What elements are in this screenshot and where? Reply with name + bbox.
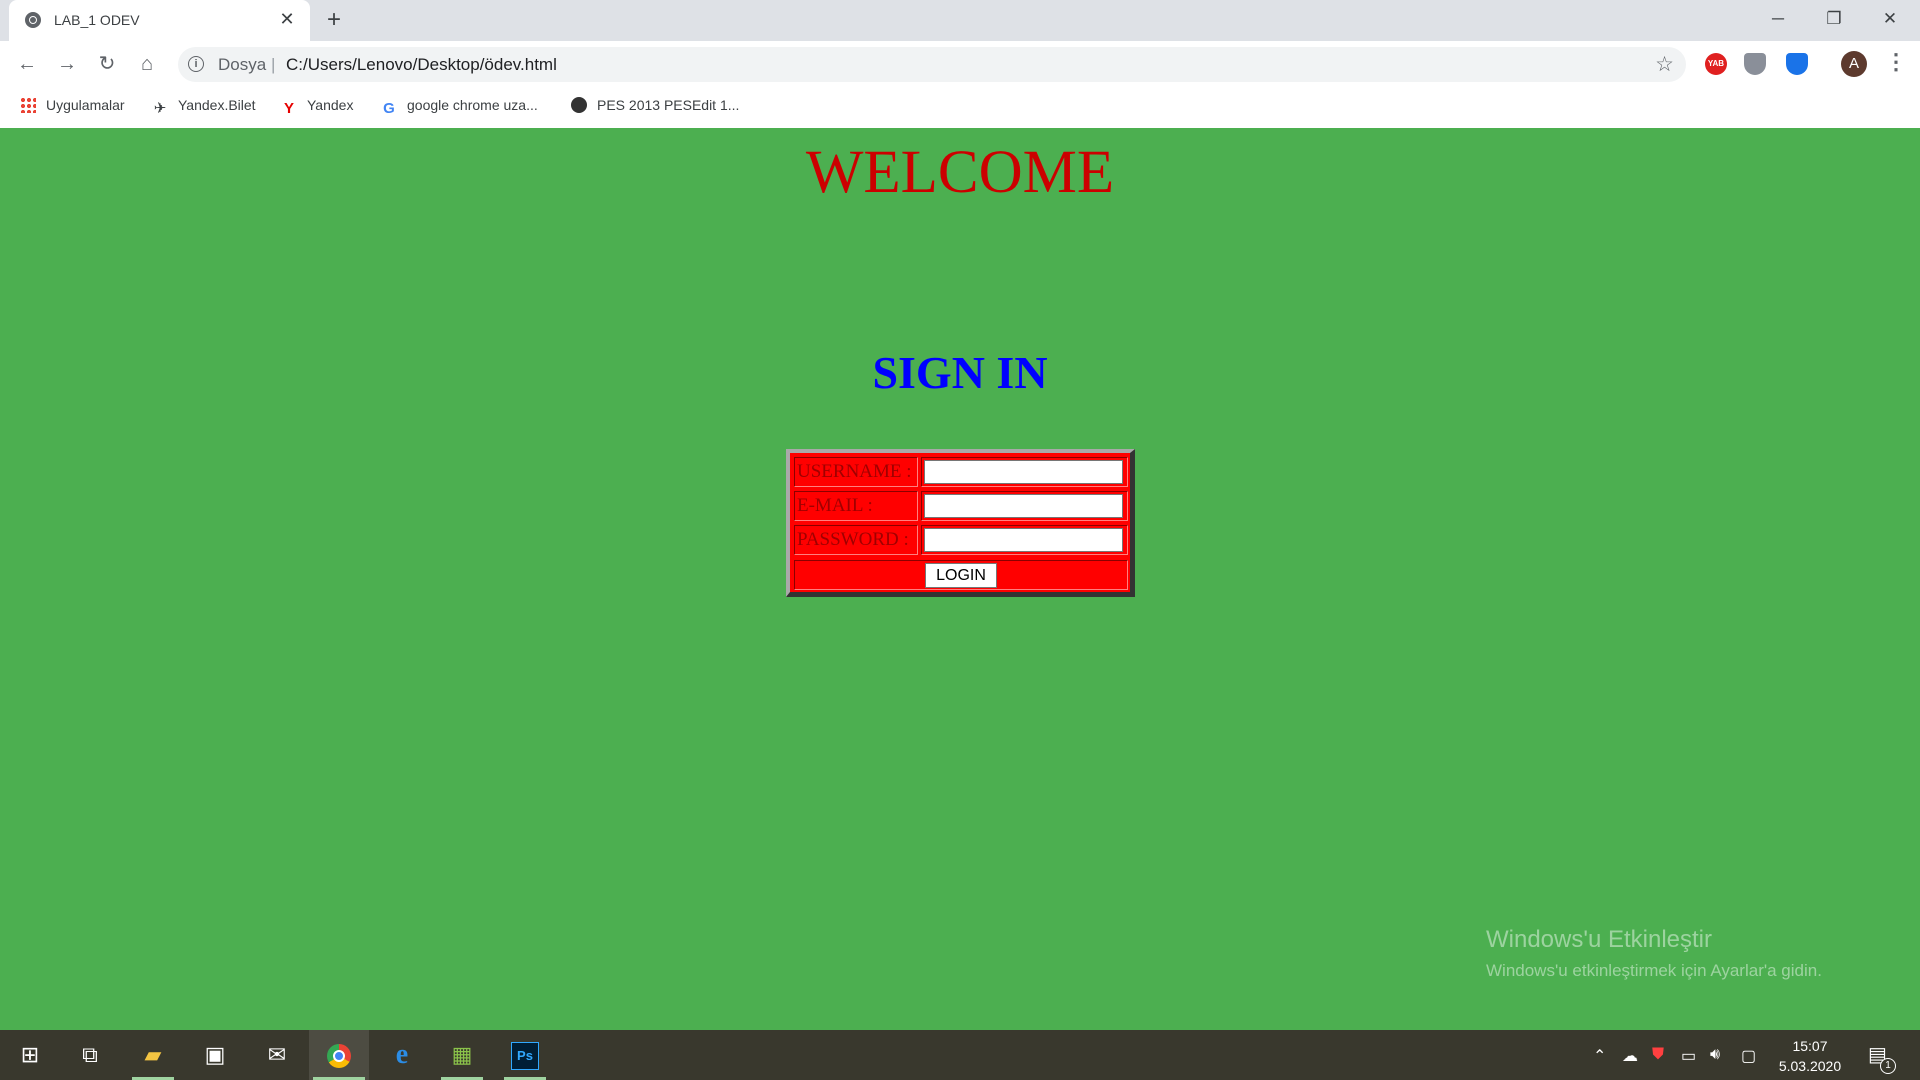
bookmark-label: Yandex.Bilet bbox=[178, 97, 256, 113]
apps-grid-icon bbox=[20, 97, 36, 113]
home-button[interactable]: ⌂ bbox=[131, 48, 163, 80]
email-cell bbox=[921, 491, 1128, 521]
pes-icon bbox=[571, 97, 587, 113]
tab-close-button[interactable]: ✕ bbox=[276, 8, 298, 30]
bookmark-yandex-bilet[interactable]: ✈ Yandex.Bilet bbox=[152, 97, 256, 117]
address-scheme: Dosya bbox=[218, 55, 267, 74]
window-close-button[interactable]: ✕ bbox=[1862, 0, 1918, 41]
chevron-up-icon[interactable]: ⌃ bbox=[1593, 1046, 1606, 1066]
browser-tab[interactable]: LAB_1 ODEV ✕ bbox=[9, 0, 310, 41]
maximize-button[interactable]: ❐ bbox=[1806, 0, 1862, 41]
google-icon: G bbox=[383, 100, 395, 117]
bookmark-yandex[interactable]: Y Yandex bbox=[281, 97, 353, 117]
task-view-icon[interactable]: ⧉ bbox=[65, 1030, 115, 1080]
start-icon[interactable]: ⊞ bbox=[5, 1030, 55, 1080]
profile-avatar[interactable]: A bbox=[1841, 51, 1867, 77]
bookmark-label: Uygulamalar bbox=[46, 97, 125, 113]
bookmark-pes[interactable]: PES 2013 PESEdit 1... bbox=[571, 97, 739, 117]
bookmark-label: Yandex bbox=[307, 97, 354, 113]
windows-taskbar: ⊞ ⧉ ▰ ▣ ✉ e ▦ Ps ⌃ ☁ ⛊ ▭ 🔊︎ ▢ 15:07 5.03… bbox=[0, 1030, 1920, 1080]
clock-date: 5.03.2020 bbox=[1778, 1058, 1842, 1074]
menu-kebab-icon[interactable]: ⋮ bbox=[1885, 49, 1907, 75]
shield-extension-icon[interactable] bbox=[1744, 53, 1766, 75]
email-label: E-MAIL : bbox=[794, 491, 918, 521]
activation-watermark-subtitle: Windows'u etkinleştirmek için Ayarlar'a … bbox=[1486, 961, 1822, 980]
tab-strip: LAB_1 ODEV ✕ + ─ ❐ ✕ bbox=[0, 0, 1920, 41]
photoshop-icon[interactable]: Ps bbox=[500, 1030, 550, 1080]
page-viewport: WELCOME SIGN IN USERNAME : E-MAIL : PASS… bbox=[0, 128, 1920, 1030]
store-icon[interactable]: ▣ bbox=[190, 1030, 240, 1080]
clock-time: 15:07 bbox=[1792, 1038, 1828, 1054]
notification-count-badge: 1 bbox=[1880, 1058, 1896, 1074]
bookmark-google-chrome[interactable]: Ggoogle chrome uza... bbox=[381, 97, 538, 117]
password-input[interactable] bbox=[924, 528, 1123, 552]
password-cell bbox=[921, 525, 1128, 555]
tab-title: LAB_1 ODEV bbox=[54, 12, 140, 28]
address-separator: | bbox=[271, 55, 276, 74]
network-icon[interactable]: ▢ bbox=[1741, 1046, 1756, 1066]
bookmark-label: google chrome uza... bbox=[407, 97, 538, 113]
bookmark-label: PES 2013 PESEdit 1... bbox=[597, 97, 740, 113]
info-icon[interactable]: i bbox=[188, 56, 204, 72]
blue-shield-extension-icon[interactable] bbox=[1786, 53, 1808, 75]
minimize-button[interactable]: ─ bbox=[1750, 0, 1806, 41]
yab-extension-icon[interactable]: YAB bbox=[1705, 53, 1727, 75]
cloud-icon[interactable]: ☁ bbox=[1622, 1046, 1638, 1066]
browser-toolbar: ← → ↻ ⌂ i Dosya | C:/Users/Lenovo/Deskto… bbox=[0, 41, 1920, 87]
file-explorer-icon[interactable]: ▰ bbox=[128, 1030, 178, 1080]
battery-icon[interactable]: ▭ bbox=[1681, 1046, 1696, 1066]
back-button[interactable]: ← bbox=[11, 48, 43, 80]
login-button[interactable]: LOGIN bbox=[925, 563, 997, 588]
sign-in-heading: SIGN IN bbox=[872, 347, 1048, 398]
activation-watermark-title: Windows'u Etkinleştir bbox=[1486, 926, 1712, 953]
new-tab-button[interactable]: + bbox=[320, 6, 348, 34]
welcome-heading: WELCOME bbox=[805, 139, 1115, 206]
login-form-table: USERNAME : E-MAIL : PASSWORD : LOGIN bbox=[786, 449, 1135, 597]
username-label: USERNAME : bbox=[794, 457, 918, 487]
plane-icon: ✈ bbox=[153, 100, 167, 117]
globe-icon bbox=[25, 12, 41, 28]
bookmark-star-icon[interactable]: ☆ bbox=[1655, 52, 1674, 77]
address-url[interactable]: C:/Users/Lenovo/Desktop/ödev.html bbox=[286, 55, 557, 75]
address-bar[interactable]: i Dosya | C:/Users/Lenovo/Desktop/ödev.h… bbox=[178, 47, 1686, 82]
edge-icon[interactable]: e bbox=[377, 1030, 427, 1080]
username-input[interactable] bbox=[924, 460, 1123, 484]
taskbar-clock[interactable]: 15:07 5.03.2020 bbox=[1775, 1036, 1845, 1076]
login-button-cell: LOGIN bbox=[794, 560, 1128, 590]
security-shield-icon[interactable]: ⛊ bbox=[1652, 1046, 1664, 1064]
chrome-icon[interactable] bbox=[309, 1030, 369, 1080]
password-label: PASSWORD : bbox=[794, 525, 918, 555]
email-input[interactable] bbox=[924, 494, 1123, 518]
volume-icon[interactable]: 🔊︎ bbox=[1710, 1046, 1720, 1064]
yandex-icon: Y bbox=[283, 100, 294, 117]
reload-button[interactable]: ↻ bbox=[91, 48, 123, 80]
bookmarks-bar: Uygulamalar ✈ Yandex.Bilet Y Yandex Ggoogl… bbox=[0, 87, 1920, 129]
username-cell bbox=[921, 457, 1128, 487]
forward-button[interactable]: → bbox=[51, 48, 83, 80]
bookmark-apps[interactable]: Uygulamalar bbox=[20, 97, 125, 117]
mail-icon[interactable]: ✉ bbox=[252, 1030, 302, 1080]
image-viewer-icon[interactable]: ▦ bbox=[437, 1030, 487, 1080]
